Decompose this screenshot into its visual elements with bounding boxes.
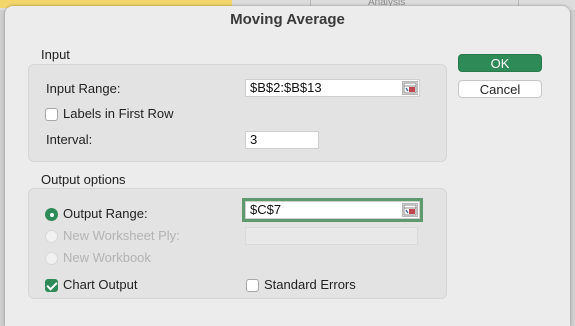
- interval-label: Interval:: [46, 132, 93, 147]
- new-worksheet-label: New Worksheet Ply:: [63, 228, 180, 243]
- standard-errors-label: Standard Errors: [264, 277, 356, 292]
- new-worksheet-radio[interactable]: [45, 230, 58, 243]
- new-workbook-radio[interactable]: [45, 252, 58, 265]
- output-range-picker-icon[interactable]: [402, 203, 418, 217]
- chart-output-checkbox[interactable]: [45, 279, 58, 292]
- new-worksheet-field[interactable]: [245, 227, 418, 245]
- input-range-label: Input Range:: [46, 81, 121, 96]
- labels-in-first-row-label: Labels in First Row: [63, 106, 174, 121]
- input-section: Input Range: $B$2:$B$13 Labels in First …: [28, 64, 447, 162]
- output-range-label: Output Range:: [63, 206, 148, 221]
- new-workbook-label: New Workbook: [63, 250, 151, 265]
- output-range-field[interactable]: $C$7: [242, 198, 423, 222]
- ok-button[interactable]: OK: [458, 54, 542, 72]
- background-right-edge: [570, 10, 575, 326]
- interval-field[interactable]: 3: [245, 131, 319, 149]
- cancel-button[interactable]: Cancel: [458, 80, 542, 98]
- chart-output-label: Chart Output: [63, 277, 138, 292]
- input-range-picker-icon[interactable]: [402, 81, 418, 95]
- output-section-label: Output options: [41, 172, 126, 187]
- output-section: Output Range: $C$7 New Worksheet Ply: Ne…: [28, 188, 447, 299]
- standard-errors-checkbox[interactable]: [246, 279, 259, 292]
- moving-average-dialog: Moving Average Input Input Range: $B$2:$…: [5, 6, 570, 326]
- dialog-title: Moving Average: [230, 11, 345, 28]
- input-section-label: Input: [41, 47, 70, 62]
- output-range-radio[interactable]: [45, 208, 58, 221]
- input-range-field[interactable]: $B$2:$B$13: [245, 79, 420, 97]
- labels-in-first-row-checkbox[interactable]: [45, 108, 58, 121]
